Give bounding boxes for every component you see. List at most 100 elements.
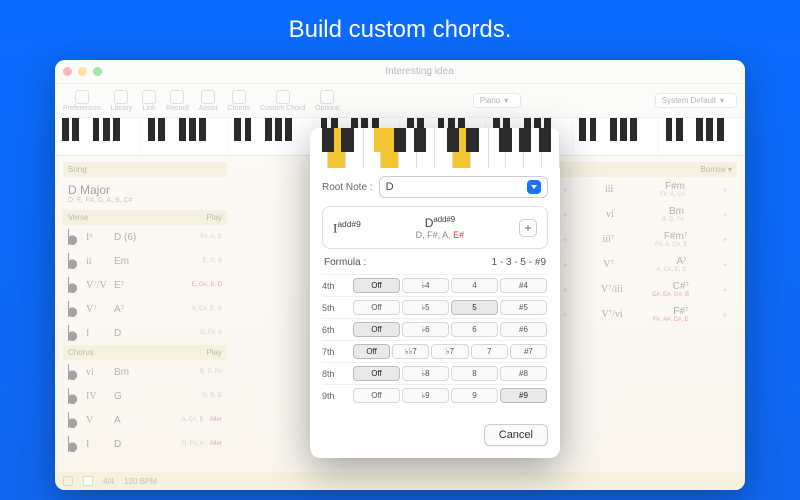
interval-option[interactable]: ♭7: [431, 344, 468, 359]
add-icon[interactable]: +: [558, 285, 572, 295]
interval-option[interactable]: #6: [500, 322, 547, 337]
roman-numeral: I: [86, 439, 108, 450]
add-icon[interactable]: +: [718, 185, 732, 195]
suggestion-row[interactable]: + V⁷/iii C#⁷ C#, E#, G#, B +: [553, 277, 737, 302]
add-icon[interactable]: +: [558, 185, 572, 195]
chord-row[interactable]: I D D, F#, A Alter: [63, 432, 227, 456]
note-icon: [68, 277, 80, 293]
time-signature[interactable]: 4/4: [103, 477, 114, 486]
chord-row[interactable]: ii Em E, G, B: [63, 249, 227, 273]
interval-option[interactable]: Off: [353, 278, 400, 293]
interval-option[interactable]: 7: [471, 344, 508, 359]
chord-row[interactable]: vi Bm B, D, F#: [63, 360, 227, 384]
toolbar-link[interactable]: Link: [142, 90, 156, 112]
interval-segmented[interactable]: Off♭88#8: [352, 366, 548, 381]
roman-numeral: V⁷: [86, 304, 108, 315]
add-icon[interactable]: +: [718, 310, 732, 320]
interval-segmented[interactable]: Off♭55#5: [352, 300, 548, 315]
add-icon[interactable]: +: [558, 210, 572, 220]
rewind-button[interactable]: [63, 476, 73, 486]
add-icon[interactable]: +: [558, 260, 572, 270]
roman-numeral: iii: [605, 184, 627, 195]
play-button[interactable]: [83, 476, 93, 486]
chord-row[interactable]: V A A, C#, E Alter: [63, 408, 227, 432]
add-icon[interactable]: +: [718, 210, 732, 220]
interval-segmented[interactable]: Off♭♭7♭77#7: [352, 344, 548, 359]
add-chord-button[interactable]: +: [519, 219, 537, 237]
interval-option[interactable]: Off: [353, 300, 400, 315]
interval-option[interactable]: 9: [451, 388, 498, 403]
close-icon[interactable]: [63, 67, 72, 76]
roman-numeral: V: [86, 415, 108, 426]
interval-option[interactable]: #4: [500, 278, 547, 293]
document-title: Interesting idea: [102, 66, 737, 77]
toolbar-record[interactable]: Record: [166, 90, 189, 112]
suggestion-row[interactable]: + V⁷/vi F#⁷ F#, A#, C#, E +: [553, 302, 737, 327]
toolbar-options[interactable]: Options: [315, 90, 339, 112]
interval-option[interactable]: #5: [500, 300, 547, 315]
chord-row[interactable]: V⁷ A⁷ A, C#, E, G: [63, 297, 227, 321]
roman-numeral: iii⁷: [603, 234, 625, 245]
suggestion-row[interactable]: + vi Bm B, D, F# +: [553, 202, 737, 227]
suggestion-row[interactable]: + V⁷ A⁷ A, C#, E, G +: [553, 252, 737, 277]
interval-option[interactable]: Off: [353, 366, 400, 381]
interval-option[interactable]: ♭9: [402, 388, 449, 403]
interval-option[interactable]: #9: [500, 388, 547, 403]
alter-badge[interactable]: Alter: [210, 441, 222, 447]
interval-option[interactable]: Off: [353, 322, 400, 337]
add-icon[interactable]: +: [718, 260, 732, 270]
chevron-down-icon: ▾: [504, 96, 508, 105]
interval-segmented[interactable]: Off♭44#4: [352, 278, 548, 293]
interval-row: 7thOff♭♭7♭77#7: [322, 340, 548, 362]
interval-option[interactable]: ♭♭7: [392, 344, 429, 359]
interval-label: 5th: [322, 303, 352, 313]
custom-chord-modal: Root Note : D Iadd#9 Dadd#9 D, F#, A, E#…: [310, 128, 560, 458]
interval-option[interactable]: Off: [353, 388, 400, 403]
suggestion-row[interactable]: + iii F#m F#, A, C# +: [553, 177, 737, 202]
zoom-icon[interactable]: [93, 67, 102, 76]
interval-option[interactable]: ♭4: [402, 278, 449, 293]
audio-output-select[interactable]: System Default▾: [655, 93, 737, 108]
chorus-header: ChorusPlay: [63, 345, 227, 360]
interval-option[interactable]: ♭8: [402, 366, 449, 381]
add-icon[interactable]: +: [718, 235, 732, 245]
toolbar-custom-chord[interactable]: Custom Chord: [260, 90, 305, 112]
interval-option[interactable]: 5: [451, 300, 498, 315]
interval-option[interactable]: #7: [510, 344, 547, 359]
interval-option[interactable]: ♭5: [402, 300, 449, 315]
interval-option[interactable]: Off: [353, 344, 390, 359]
alter-badge[interactable]: Alter: [210, 417, 222, 423]
root-note-select[interactable]: D: [379, 176, 548, 198]
add-icon[interactable]: +: [718, 285, 732, 295]
interval-option[interactable]: #8: [500, 366, 547, 381]
chord-row[interactable]: V⁷/V E⁷ E, G#, B, D: [63, 273, 227, 297]
interval-option[interactable]: 8: [451, 366, 498, 381]
root-note-value: D: [386, 181, 394, 193]
instrument-select[interactable]: Piano▾: [473, 93, 521, 108]
interval-segmented[interactable]: Off♭66#6: [352, 322, 548, 337]
cancel-button[interactable]: Cancel: [484, 424, 548, 446]
formula-value: 1 - 3 - 5 - #9: [492, 257, 546, 268]
chord-label: Em: [114, 256, 197, 267]
modal-piano[interactable]: [310, 128, 560, 168]
chord-row[interactable]: IV G G, B, D: [63, 384, 227, 408]
interval-option[interactable]: ♭6: [402, 322, 449, 337]
add-icon[interactable]: +: [558, 235, 572, 245]
toolbar-assist[interactable]: Assist: [199, 90, 218, 112]
tempo[interactable]: 120 BPM: [124, 477, 157, 486]
suggestion-row[interactable]: + iii⁷ F#m⁷ F#, A, C#, E +: [553, 227, 737, 252]
interval-row: 4thOff♭44#4: [322, 274, 548, 296]
interval-segmented[interactable]: Off♭99#9: [352, 388, 548, 403]
toolbar-preferences[interactable]: Preferences: [63, 90, 101, 112]
add-icon[interactable]: +: [558, 310, 572, 320]
interval-label: 7th: [322, 347, 352, 357]
toolbar-chords[interactable]: Chords: [227, 90, 250, 112]
chord-label: D (6): [114, 232, 194, 243]
toolbar-library[interactable]: Library: [111, 90, 132, 112]
chord-row[interactable]: I⁶ D (6) F#, A, D: [63, 225, 227, 249]
interval-option[interactable]: 6: [451, 322, 498, 337]
roman-numeral: I⁶: [86, 232, 108, 243]
chord-row[interactable]: I D D, F#, A: [63, 321, 227, 345]
minimize-icon[interactable]: [78, 67, 87, 76]
interval-option[interactable]: 4: [451, 278, 498, 293]
